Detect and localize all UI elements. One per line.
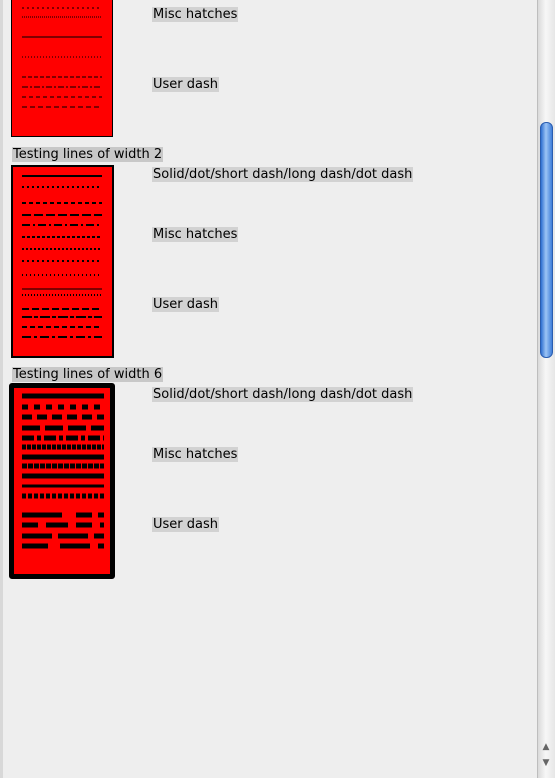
solid-dot-dash-label: Solid/dot/short dash/long dash/dot dash xyxy=(152,167,414,182)
misc-hatches-label: Misc hatches xyxy=(152,7,239,22)
misc-hatches-label: Misc hatches xyxy=(152,447,239,462)
user-dash-label: User dash xyxy=(152,517,219,532)
line-width-2-drawing xyxy=(22,175,102,338)
line-width-1-drawing xyxy=(22,7,102,108)
misc-hatches-label: Misc hatches xyxy=(152,227,239,242)
user-dash-label: User dash xyxy=(152,297,219,312)
section-title: Testing lines of width 2 xyxy=(12,147,164,162)
scrollbar-thumb[interactable] xyxy=(540,122,553,358)
line-width-2-box xyxy=(11,165,114,358)
section-title: Testing lines of width 6 xyxy=(12,367,164,382)
line-width-6-box xyxy=(9,383,115,579)
scroll-down-icon[interactable]: ▼ xyxy=(541,758,551,768)
scroll-up-icon[interactable]: ▲ xyxy=(541,742,551,752)
line-width-6-drawing xyxy=(22,393,104,549)
window-left-edge xyxy=(0,0,3,778)
user-dash-label: User dash xyxy=(152,77,219,92)
solid-dot-dash-label: Solid/dot/short dash/long dash/dot dash xyxy=(152,387,414,402)
vertical-scrollbar[interactable]: ▲ ▼ xyxy=(537,0,555,778)
line-width-1-box xyxy=(11,0,113,137)
